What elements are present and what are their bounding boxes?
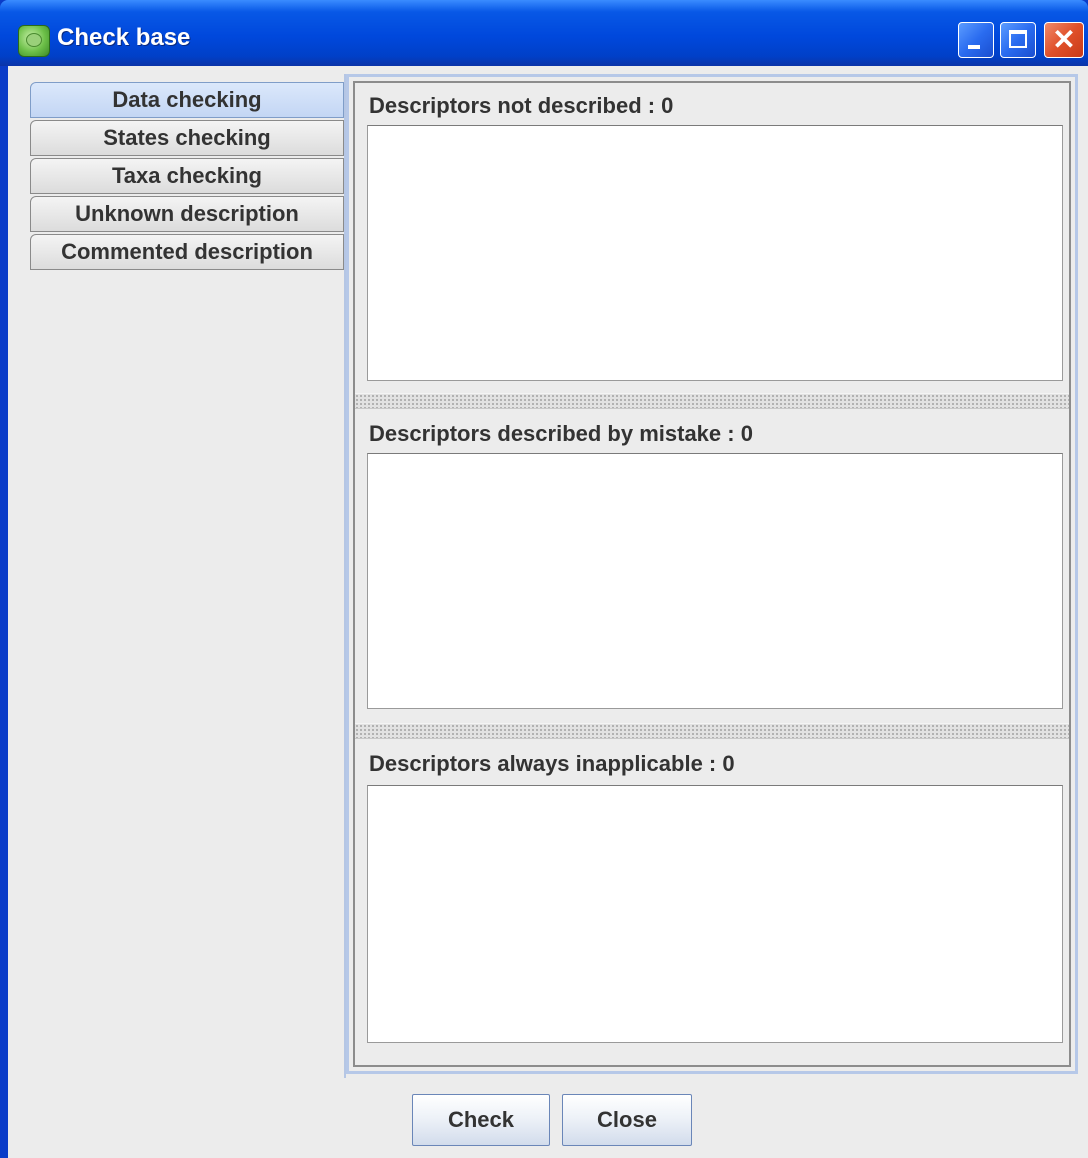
- tab-unknown-description[interactable]: Unknown description: [30, 196, 344, 232]
- section-always-inapplicable: Descriptors always inapplicable : 0: [363, 751, 1063, 1051]
- section-label-described-by-mistake: Descriptors described by mistake : 0: [369, 421, 753, 446]
- maximize-button[interactable]: [1000, 22, 1036, 58]
- section-label-not-described: Descriptors not described : 0: [369, 93, 674, 118]
- split-pane: Descriptors not described : 0 Descriptor…: [353, 81, 1071, 1067]
- maximize-icon: [1009, 30, 1027, 48]
- check-button[interactable]: Check: [412, 1094, 550, 1146]
- minimize-button[interactable]: [958, 22, 994, 58]
- list-not-described[interactable]: [367, 125, 1063, 381]
- tab-strip: Data checking States checking Taxa check…: [30, 82, 344, 272]
- tab-taxa-checking[interactable]: Taxa checking: [30, 158, 344, 194]
- section-described-by-mistake: Descriptors described by mistake : 0: [363, 421, 1063, 717]
- tab-data-checking[interactable]: Data checking: [30, 82, 344, 118]
- app-icon: [18, 25, 50, 57]
- window-title: Check base: [57, 24, 191, 51]
- splitter-1[interactable]: [355, 393, 1069, 409]
- close-window-button[interactable]: ✕: [1044, 22, 1084, 58]
- title-bar[interactable]: Check base ✕: [0, 0, 1088, 66]
- splitter-2[interactable]: [355, 723, 1069, 739]
- tab-commented-description[interactable]: Commented description: [30, 234, 344, 270]
- list-described-by-mistake[interactable]: [367, 453, 1063, 709]
- close-button[interactable]: Close: [562, 1094, 692, 1146]
- list-always-inapplicable[interactable]: [367, 785, 1063, 1043]
- check-base-window: Check base ✕ Data checking States checki…: [0, 0, 1088, 1158]
- section-not-described: Descriptors not described : 0: [363, 93, 1063, 389]
- minimize-icon: [968, 45, 980, 49]
- section-label-always-inapplicable: Descriptors always inapplicable : 0: [369, 751, 735, 776]
- tab-content-panel: Descriptors not described : 0 Descriptor…: [346, 74, 1078, 1074]
- tab-states-checking[interactable]: States checking: [30, 120, 344, 156]
- dialog-body: Data checking States checking Taxa check…: [8, 66, 1088, 1158]
- close-icon: ✕: [1052, 24, 1076, 55]
